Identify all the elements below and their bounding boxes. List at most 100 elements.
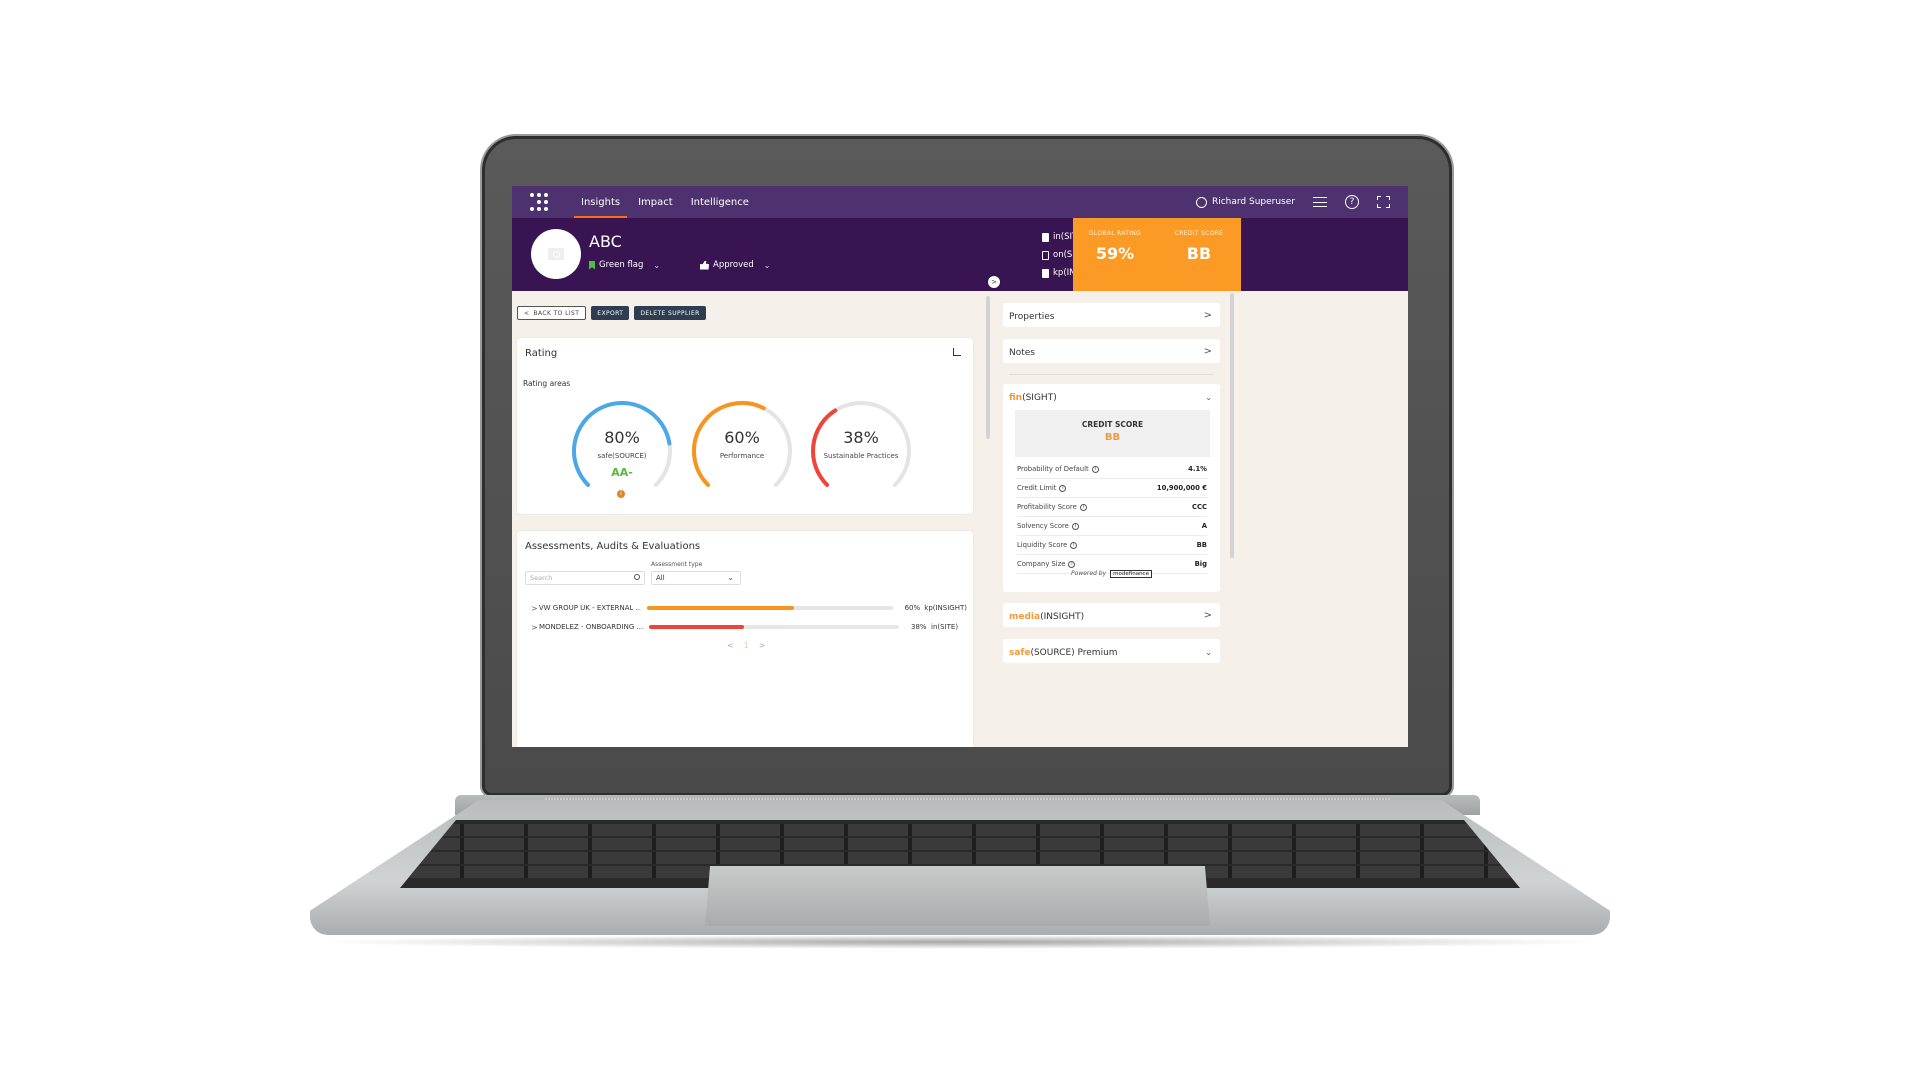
chevron-down-icon: ⌄ <box>653 260 661 270</box>
tab-intelligence[interactable]: Intelligence <box>682 186 758 218</box>
detail-label: Credit Limit <box>1017 484 1057 492</box>
panel-title: Notes <box>1009 348 1035 358</box>
credit-score-value: BB <box>1186 244 1212 263</box>
powered-by-label: Powered by <box>1071 570 1107 577</box>
assessments-card: Assessments, Audits & Evaluations Search… <box>517 531 973 747</box>
main-scrollbar[interactable] <box>986 296 990 439</box>
brand-suffix: (INSIGHT) <box>1040 612 1085 622</box>
fullscreen-icon[interactable] <box>1377 196 1390 208</box>
powered-by: Powered by modefinance <box>1003 570 1220 578</box>
info-icon[interactable]: i <box>1079 503 1087 511</box>
gauge-label: safe(SOURCE) <box>597 452 647 460</box>
notes-panel[interactable]: Notes > <box>1003 339 1220 363</box>
topbar-actions: Richard Superuser ? <box>1195 195 1390 209</box>
global-rating: GLOBAL RATING 59% <box>1073 218 1157 291</box>
safe-source-premium-panel[interactable]: safe(SOURCE) Premium ⌄ <box>1003 639 1220 663</box>
gauge-grade: AA- <box>611 466 633 479</box>
current-page[interactable]: 1 <box>744 641 749 650</box>
sidebar-scrollbar[interactable] <box>1230 293 1234 558</box>
panel-title[interactable]: fin(SIGHT) <box>1009 393 1057 403</box>
properties-panel[interactable]: Properties > <box>1003 303 1220 327</box>
flag-label: Green flag <box>599 260 644 270</box>
assessment-row[interactable]: > VW GROUP UK - EXTERNAL ... 60% kp(INSI… <box>531 602 967 614</box>
chevron-right-icon: > <box>1203 610 1212 621</box>
progress-fill <box>647 606 795 610</box>
detail-value: Big <box>1194 560 1207 568</box>
document-outline-icon <box>1042 250 1049 260</box>
brand-prefix: media <box>1009 612 1041 622</box>
bar-chart-icon[interactable] <box>953 348 961 356</box>
status-dropdown[interactable]: Approved ⌄ <box>700 260 770 270</box>
divider <box>1009 374 1214 375</box>
brand-suffix: (SIGHT) <box>1022 393 1057 403</box>
search-icon <box>634 574 640 580</box>
assessment-percent: 60% <box>904 604 921 612</box>
progress-bar <box>649 625 899 629</box>
chevron-right-icon[interactable]: > <box>531 604 539 613</box>
laptop-shadow <box>310 935 1610 949</box>
document-icon <box>1042 268 1049 278</box>
provider-logo[interactable]: modefinance <box>1110 570 1152 578</box>
info-icon[interactable]: i <box>1091 465 1099 473</box>
media-insight-panel[interactable]: media(INSIGHT) > <box>1003 603 1220 627</box>
select-value: All <box>656 574 665 582</box>
toolbar: < BACK TO LIST EXPORT DELETE SUPPLIER <box>517 306 706 320</box>
tab-insights[interactable]: Insights <box>572 186 629 218</box>
hamburger-menu-icon[interactable] <box>1313 197 1327 207</box>
user-name: Richard Superuser <box>1211 197 1295 207</box>
info-icon[interactable]: i <box>1059 484 1067 492</box>
delete-supplier-button[interactable]: DELETE SUPPLIER <box>634 306 706 320</box>
chevron-down-icon[interactable]: ⌄ <box>1205 393 1212 402</box>
rating-gauge: 38% Sustainable Practices <box>806 396 916 506</box>
tab-impact[interactable]: Impact <box>629 186 682 218</box>
assessment-name: VW GROUP UK - EXTERNAL ... <box>538 604 642 612</box>
detail-label: Liquidity Score <box>1017 541 1068 549</box>
prev-page-button[interactable]: < <box>727 641 734 650</box>
detail-value: A <box>1201 522 1207 530</box>
collapse-sidebar-button[interactable]: > <box>988 276 1000 288</box>
next-page-button[interactable]: > <box>759 641 766 650</box>
finsight-panel: fin(SIGHT) ⌄ CREDIT SCORE BB Probability… <box>1003 384 1220 592</box>
company-avatar[interactable] <box>531 229 581 279</box>
company-name: ABC <box>589 232 622 251</box>
info-icon[interactable]: i <box>1071 522 1079 530</box>
ratings-box: GLOBAL RATING 59% CREDIT SCORE BB <box>1073 218 1241 291</box>
rating-title: Rating <box>525 348 558 359</box>
credit-detail-row: Credit Limit i 10,900,000 € <box>1017 479 1207 498</box>
assessment-type-select[interactable]: All ⌄ <box>651 571 741 585</box>
detail-label: Probability of Default <box>1017 465 1089 473</box>
main-content: < BACK TO LIST EXPORT DELETE SUPPLIER Rat… <box>512 291 986 747</box>
gauge-percent: 80% <box>604 428 640 447</box>
assessment-percent: 38% <box>911 623 927 631</box>
assessment-source: in(SITE) <box>931 623 959 631</box>
brand-prefix: fin <box>1009 393 1023 403</box>
info-icon[interactable]: i <box>1070 541 1078 549</box>
chevron-right-icon[interactable]: > <box>531 623 539 632</box>
global-rating-value: 59% <box>1095 244 1135 263</box>
credit-detail-row: Profitability Score i CCC <box>1017 498 1207 517</box>
export-button[interactable]: EXPORT <box>591 306 630 320</box>
camera-icon <box>548 248 564 260</box>
user-menu[interactable]: Richard Superuser <box>1195 196 1295 208</box>
flag-dropdown[interactable]: Green flag ⌄ <box>589 260 660 270</box>
dots-network-logo[interactable] <box>530 193 548 211</box>
tab-label: Intelligence <box>690 196 749 208</box>
chevron-left-icon: < <box>524 309 530 317</box>
top-navigation-bar: Insights Impact Intelligence Richard Sup… <box>512 186 1408 218</box>
brand-suffix: (SOURCE) Premium <box>1030 648 1118 658</box>
credit-score-box: CREDIT SCORE BB <box>1015 410 1210 457</box>
detail-value: CCC <box>1192 503 1207 511</box>
help-circle-icon[interactable]: ? <box>1345 195 1359 209</box>
assessment-name: MONDELEZ - ONBOARDING ... <box>539 623 643 631</box>
info-icon[interactable]: i <box>1068 560 1076 568</box>
info-icon[interactable]: i <box>617 490 625 498</box>
detail-value: BB <box>1196 541 1207 549</box>
search-input[interactable]: Search <box>525 571 645 585</box>
rating-areas-label: Rating areas <box>523 379 571 388</box>
progress-fill <box>649 625 744 629</box>
credit-detail-row: Probability of Default i 4.1% <box>1017 460 1207 479</box>
assessment-row[interactable]: > MONDELEZ - ONBOARDING ... 38% in(SITE) <box>531 621 967 633</box>
credit-score-label: CREDIT SCORE <box>1174 230 1224 237</box>
back-to-list-button[interactable]: < BACK TO LIST <box>517 306 587 320</box>
thumbs-up-icon <box>700 260 709 270</box>
